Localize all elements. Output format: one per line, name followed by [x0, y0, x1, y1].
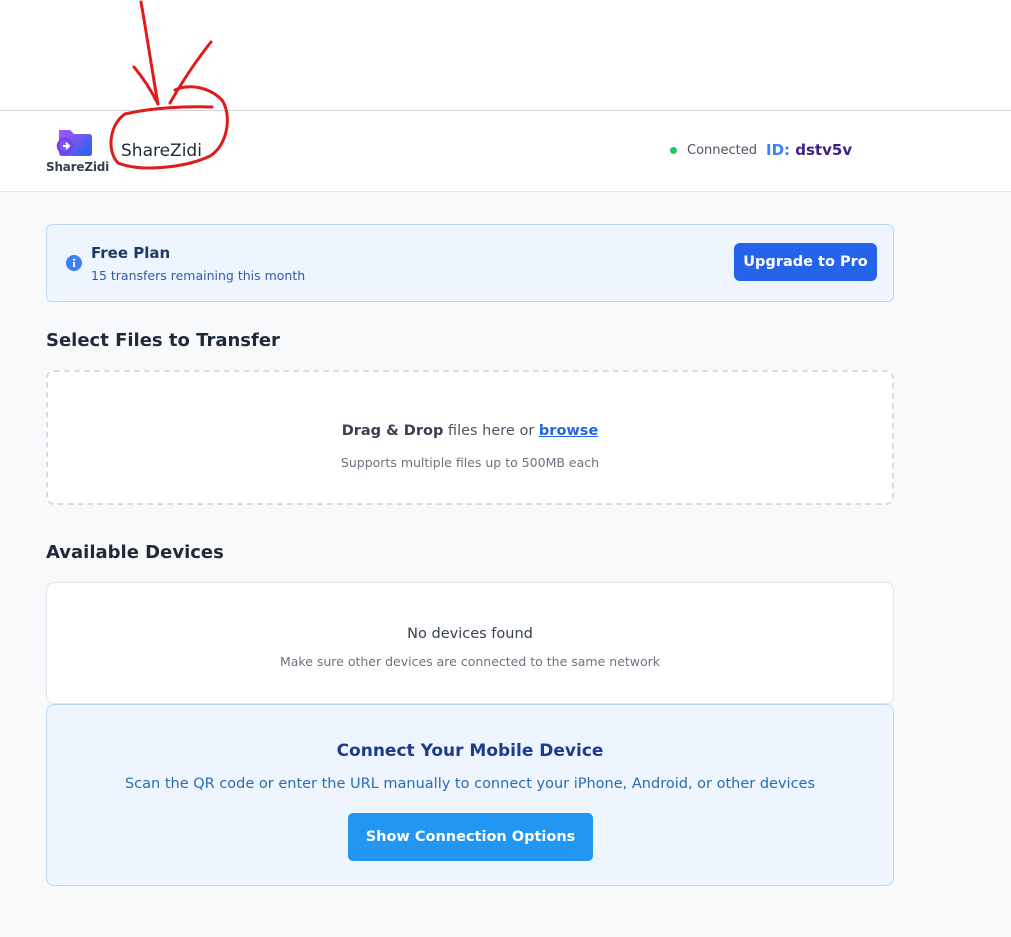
plan-transfers-remaining: 15 transfers remaining this month: [91, 268, 306, 283]
device-id: ID: dstv5v: [766, 141, 852, 159]
plan-banner: Free Plan 15 transfers remaining this mo…: [46, 224, 894, 302]
device-id-value: dstv5v: [795, 141, 853, 159]
dropzone-size-note: Supports multiple files up to 500MB each: [340, 455, 600, 470]
connect-mobile-subtitle: Scan the QR code or enter the URL manual…: [124, 776, 816, 792]
select-files-heading: Select Files to Transfer: [46, 330, 280, 351]
drag-drop-label: Drag & Drop: [341, 423, 444, 439]
dropzone-instructions: Drag & Drop files here or browse: [48, 423, 892, 439]
file-dropzone[interactable]: Drag & Drop files here or browse Support…: [46, 370, 894, 505]
app-header: ShareZidi ShareZidi Connected ID: dstv5v: [0, 111, 1011, 192]
app-name: ShareZidi: [121, 141, 202, 161]
folder-share-logo-icon: [56, 130, 92, 156]
main-content: Free Plan 15 transfers remaining this mo…: [0, 192, 1011, 937]
connect-mobile-panel: Connect Your Mobile Device Scan the QR c…: [46, 704, 894, 886]
connection-status: Connected: [670, 143, 757, 158]
upgrade-to-pro-button[interactable]: Upgrade to Pro: [734, 243, 877, 281]
device-id-label: ID:: [766, 141, 791, 159]
connect-mobile-title: Connect Your Mobile Device: [336, 741, 604, 761]
logo-caption: ShareZidi: [46, 160, 110, 174]
status-dot-icon: [670, 147, 677, 154]
no-devices-title: No devices found: [407, 626, 533, 642]
available-devices-heading: Available Devices: [46, 542, 224, 563]
app-logo[interactable]: ShareZidi: [46, 126, 110, 178]
drop-middle-text: files here or: [443, 423, 539, 439]
no-devices-note: Make sure other devices are connected to…: [279, 654, 661, 669]
devices-list: No devices found Make sure other devices…: [46, 582, 894, 704]
browse-link[interactable]: browse: [539, 423, 598, 439]
show-connection-options-button[interactable]: Show Connection Options: [348, 813, 593, 861]
plan-title: Free Plan: [91, 244, 171, 262]
info-circle-icon: [66, 255, 82, 271]
top-blank-area: [0, 0, 1011, 111]
status-text: Connected: [687, 143, 758, 158]
